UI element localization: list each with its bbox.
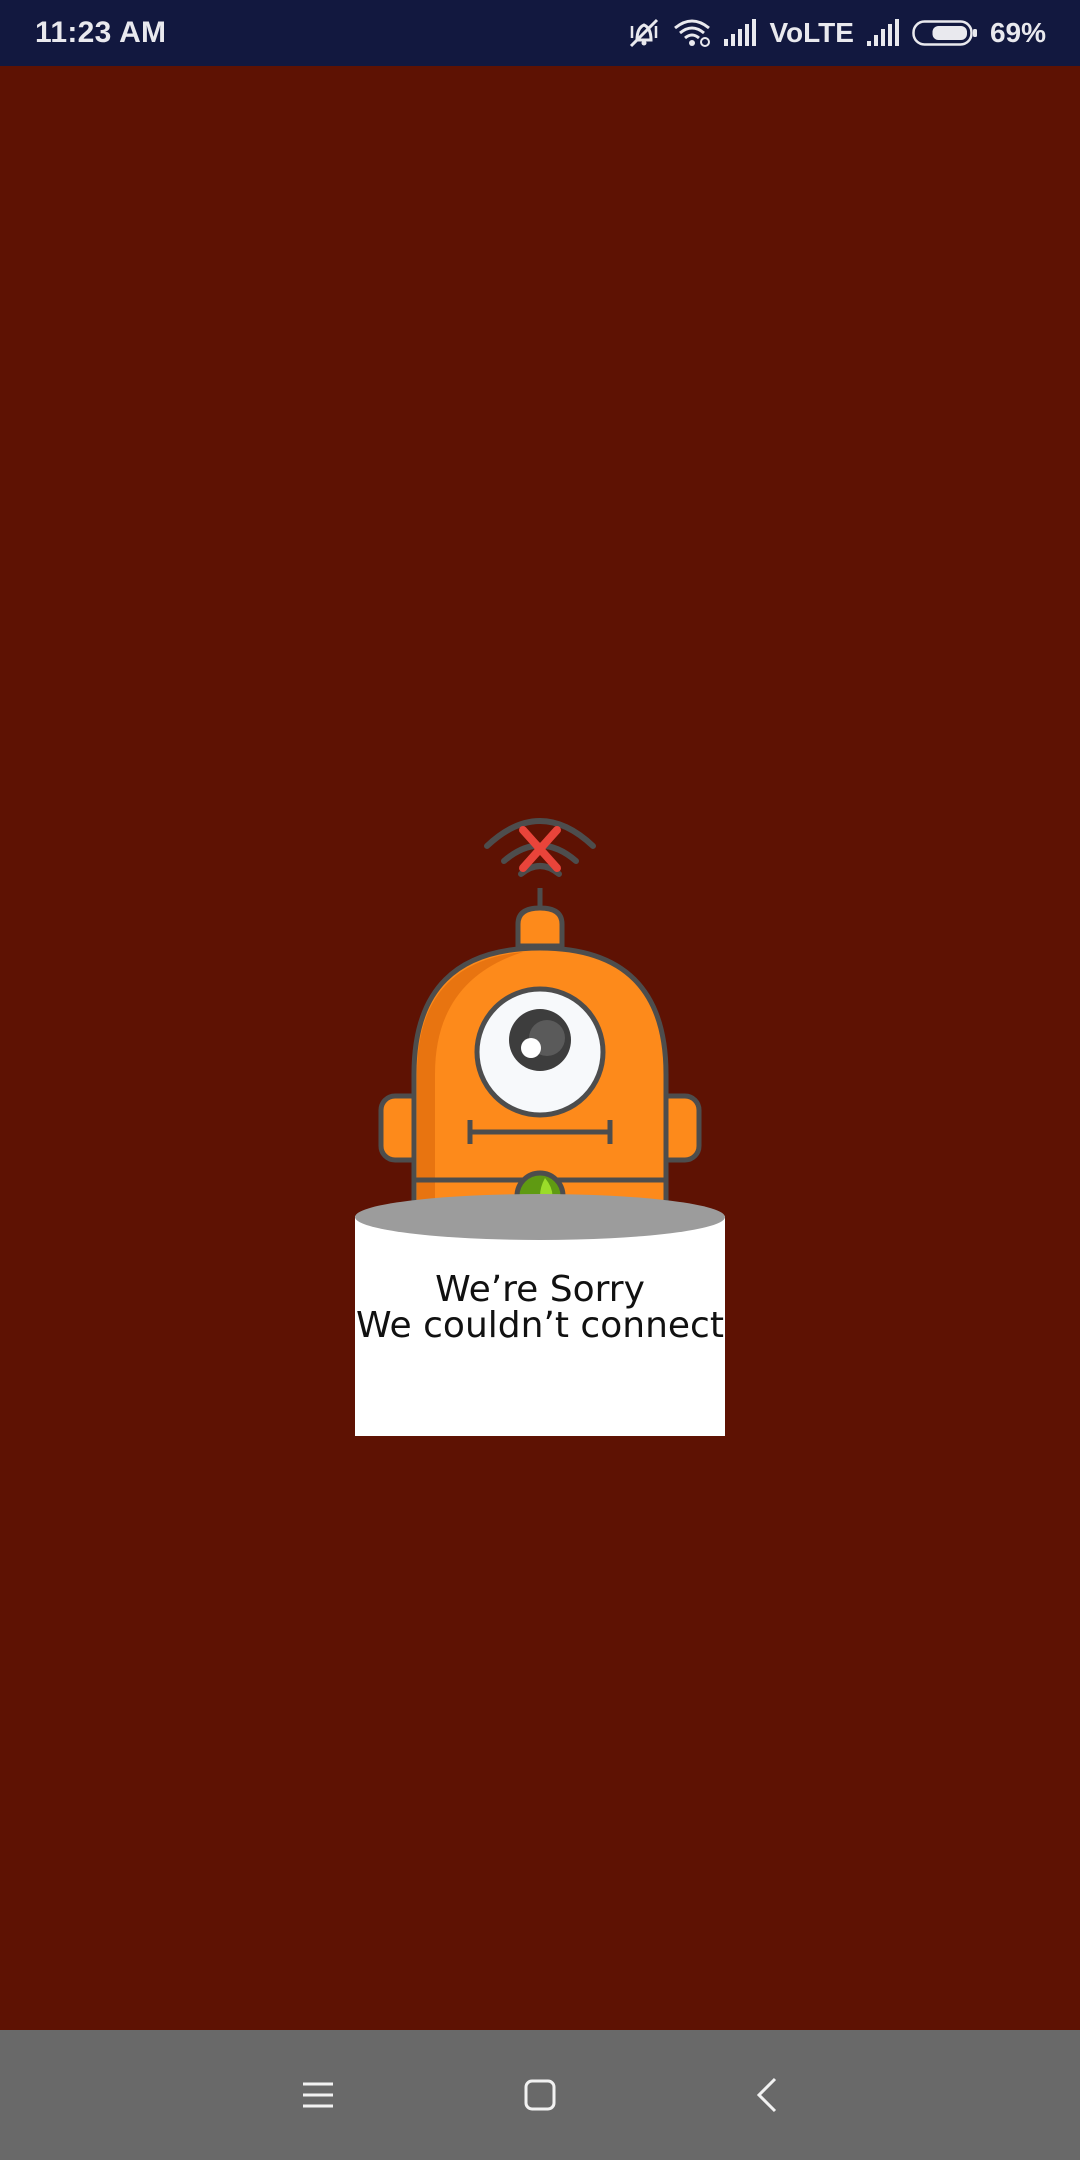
back-icon [756, 2077, 777, 2113]
error-subtitle: We couldn’t connect [356, 1305, 724, 1346]
battery-percent: 69% [989, 17, 1046, 48]
pedestal: We’re Sorry We couldn’t connect [355, 1194, 725, 1436]
signal-icon [723, 19, 757, 47]
error-screen: We’re Sorry We couldn’t connect [0, 66, 1080, 2030]
error-title: We’re Sorry [435, 1269, 645, 1310]
network-label: VoLTE [769, 17, 854, 48]
mute-vibrate-icon [627, 16, 661, 50]
pedestal-top [355, 1194, 725, 1240]
home-button[interactable] [510, 2065, 570, 2125]
status-time: 11:23 AM [35, 16, 167, 49]
signal-icon-2 [866, 19, 900, 47]
status-icons: VoLTE 69% [627, 12, 1046, 54]
home-icon [524, 2079, 556, 2111]
navigation-bar [0, 2030, 1080, 2160]
error-message: We’re Sorry We couldn’t connect [355, 1272, 725, 1344]
menu-button[interactable] [288, 2065, 348, 2125]
battery-icon [912, 19, 978, 47]
wifi-icon [673, 18, 711, 48]
menu-icon [303, 2082, 333, 2108]
status-bar: 11:23 AM VoLTE 69% [0, 0, 1080, 66]
back-button[interactable] [737, 2065, 797, 2125]
